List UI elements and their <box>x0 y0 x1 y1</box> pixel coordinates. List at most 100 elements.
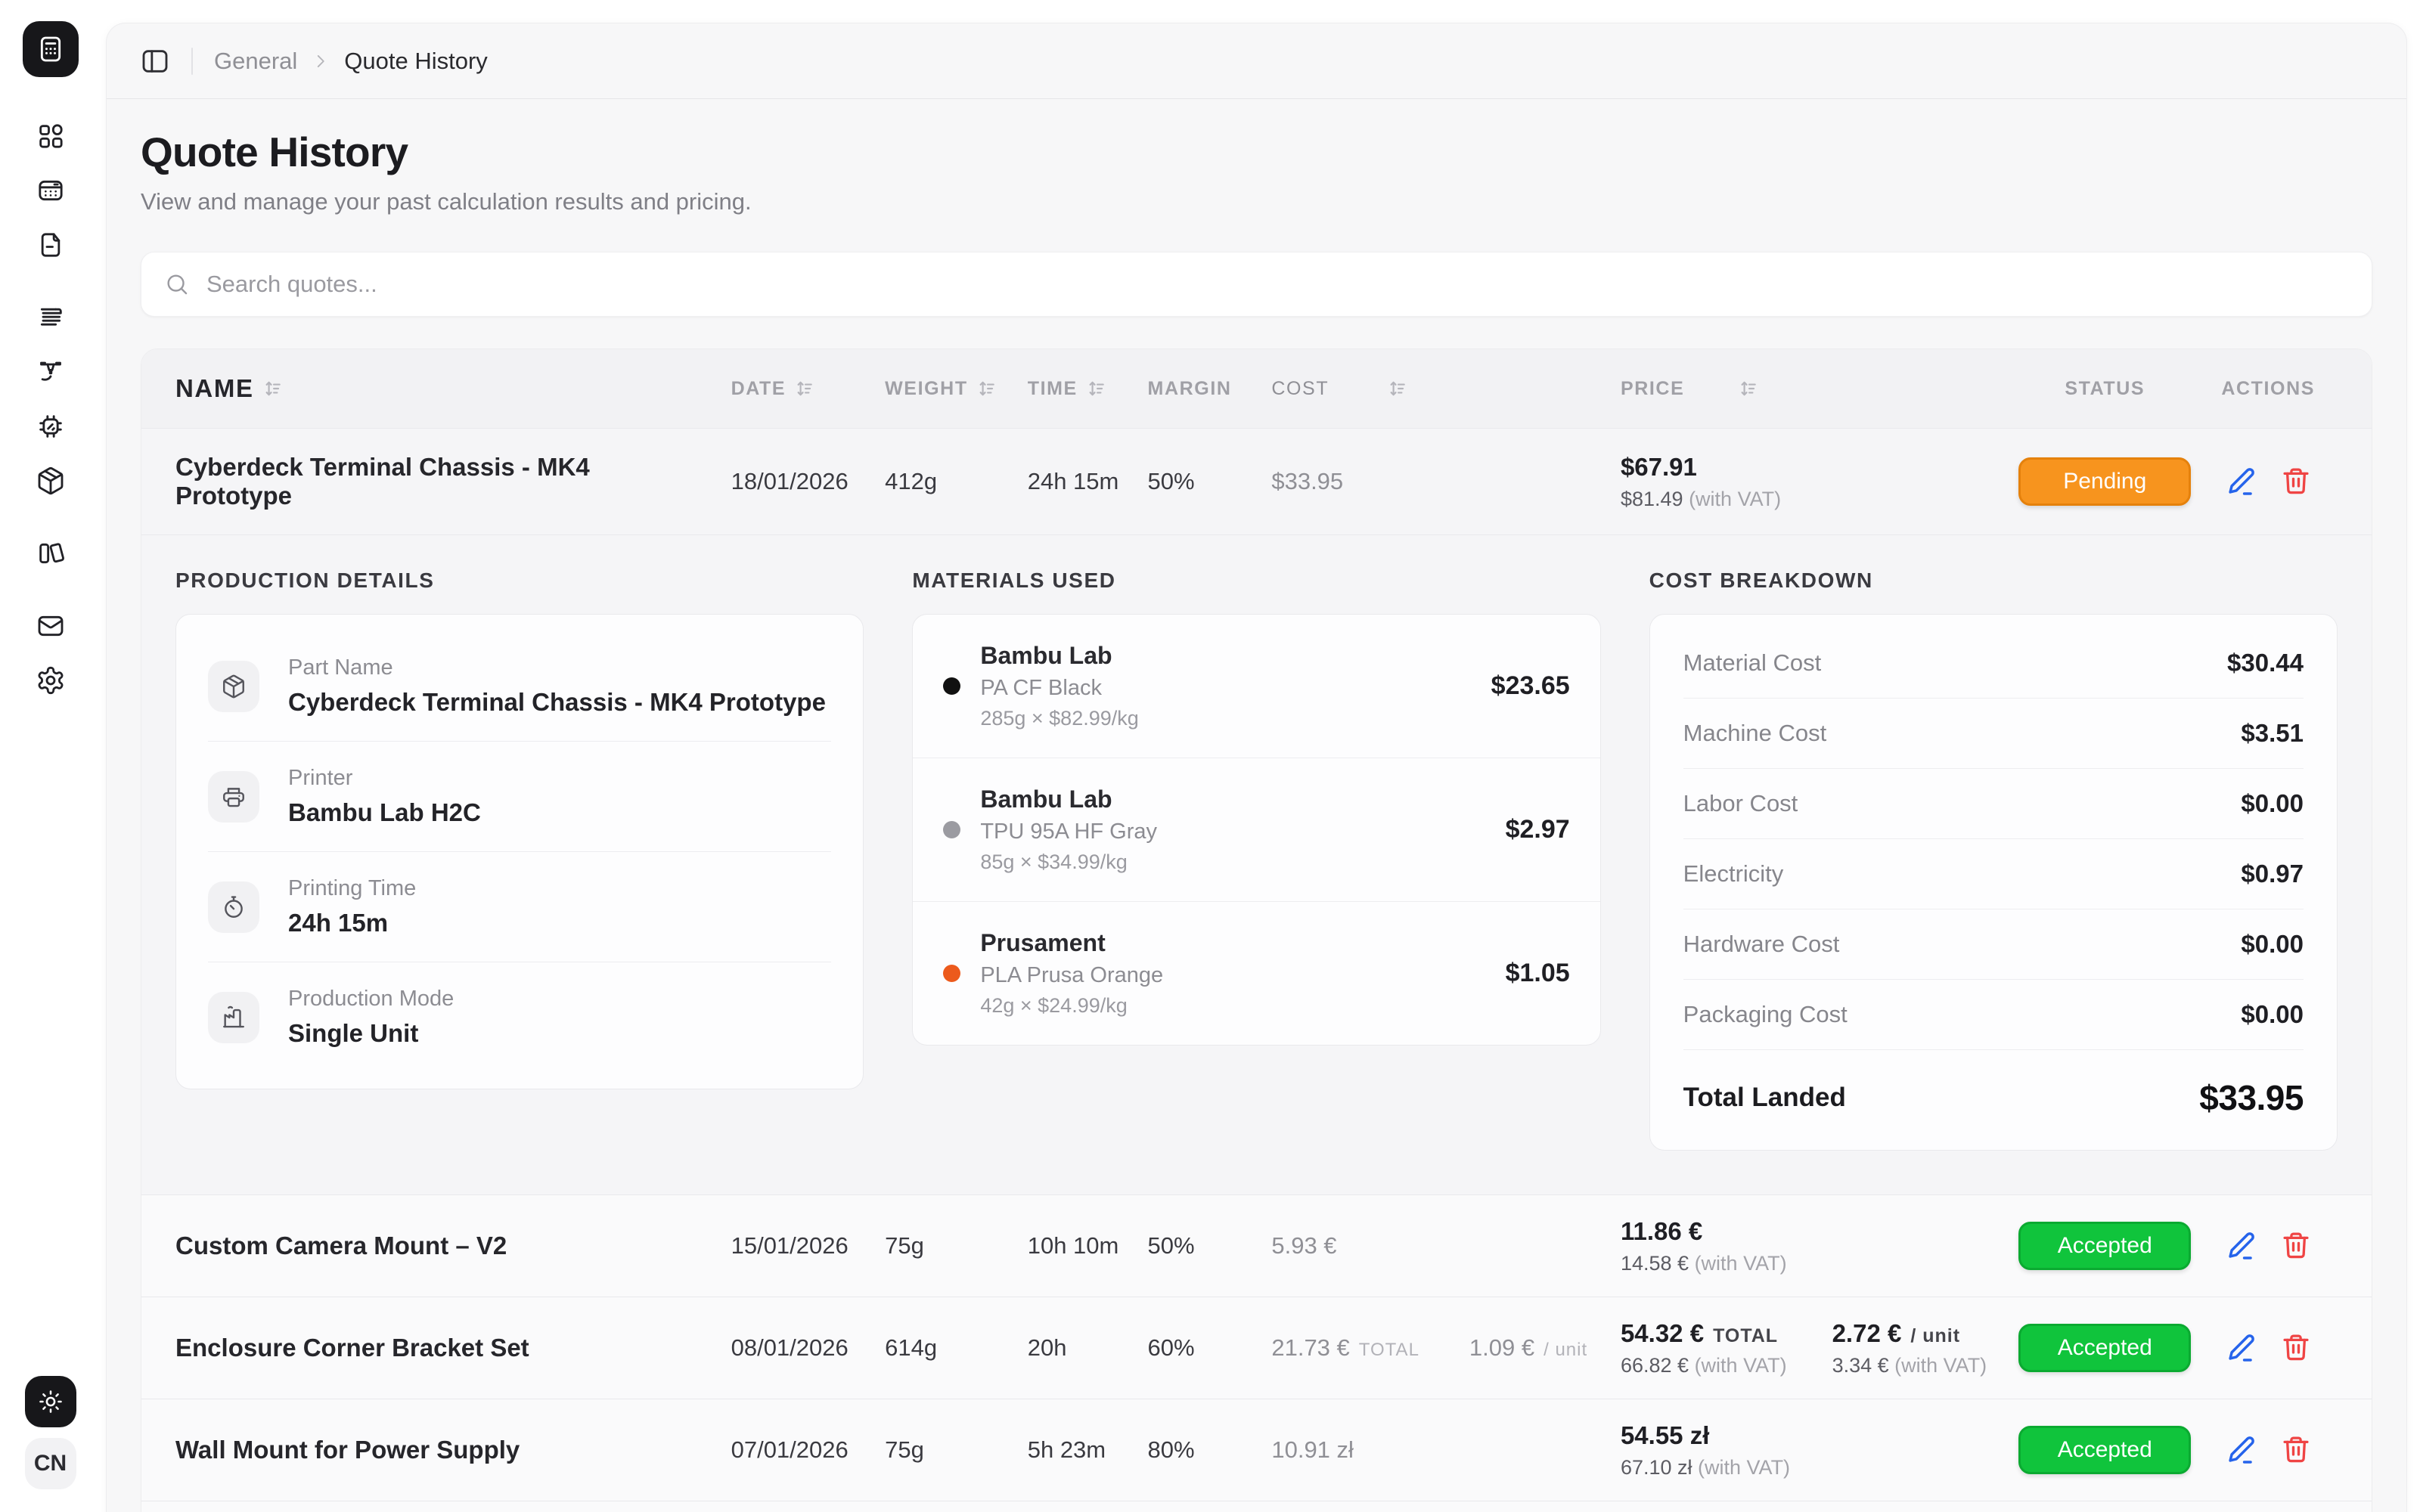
quote-date: 18/01/2026 <box>731 468 886 495</box>
price-group: 11.86 €14.58 € (with VAT) <box>1621 1217 1787 1275</box>
cost-breakdown-row: Material Cost $30.44 <box>1683 628 2304 698</box>
cost-breakdown-row: Machine Cost $3.51 <box>1683 698 2304 768</box>
sort-icon <box>795 379 814 398</box>
sidebar-item-printer[interactable] <box>26 345 76 399</box>
header-divider <box>191 48 193 75</box>
breadcrumb-section[interactable]: General <box>214 48 297 75</box>
quote-weight: 75g <box>885 1436 1028 1464</box>
quote-weight: 75g <box>885 1232 1028 1259</box>
quote-margin: 50% <box>1148 468 1272 495</box>
edit-button[interactable] <box>2224 1229 2257 1263</box>
price-group: 54.55 zł67.10 zł (with VAT) <box>1621 1421 1790 1479</box>
production-detail-item: Printing Time24h 15m <box>208 851 831 962</box>
material-color-dot <box>943 821 960 838</box>
materials-used-card: Bambu LabPA CF Black285g × $82.99/kg $23… <box>912 614 1600 1046</box>
column-header-margin: MARGIN <box>1148 378 1272 400</box>
app-logo[interactable] <box>23 21 79 77</box>
column-header-price[interactable]: PRICE <box>1621 378 2011 400</box>
status-badge[interactable]: Pending <box>2018 457 2191 506</box>
sidebar-item-mail[interactable] <box>26 599 76 653</box>
table-rows-top: Cyberdeck Terminal Chassis - MK4 Prototy… <box>141 428 2372 534</box>
cost-breakdown-row: Electricity $0.97 <box>1683 838 2304 909</box>
production-details-card: Part NameCyberdeck Terminal Chassis - MK… <box>175 614 864 1089</box>
column-header-time[interactable]: TIME <box>1028 378 1148 400</box>
edit-button[interactable] <box>2224 465 2257 498</box>
material-name: PLA Prusa Orange <box>980 963 1163 988</box>
quote-row[interactable]: Wall Mount for Power Supply 07/01/2026 7… <box>141 1399 2372 1501</box>
column-header-weight[interactable]: WEIGHT <box>885 378 1028 400</box>
status-badge[interactable]: Accepted <box>2018 1426 2191 1474</box>
quote-cost: 5.93 € <box>1271 1232 1621 1259</box>
quote-cost: $33.95 <box>1271 468 1621 495</box>
quote-time: 24h 15m <box>1028 468 1148 495</box>
sidebar-item-electronics[interactable] <box>26 399 76 454</box>
production-details-section: PRODUCTION DETAILS Part NameCyberdeck Te… <box>175 569 864 1089</box>
material-brand: Bambu Lab <box>980 642 1138 670</box>
filament-spool-icon <box>36 302 66 333</box>
sidebar-item-settings[interactable] <box>26 653 76 708</box>
sidebar-item-library[interactable] <box>26 526 76 581</box>
search-input[interactable] <box>206 271 2349 298</box>
production-detail-item: Part NameCyberdeck Terminal Chassis - MK… <box>208 631 831 741</box>
quote-price: 54.55 zł67.10 zł (with VAT) <box>1621 1421 2011 1479</box>
price-group: 2.72 €/ unit3.34 € (with VAT) <box>1832 1319 1987 1377</box>
sort-icon <box>263 379 283 398</box>
price-group: $67.91$81.49 (with VAT) <box>1621 453 1781 511</box>
table-rows-bottom: Custom Camera Mount – V2 15/01/2026 75g … <box>141 1194 2372 1512</box>
quote-margin: 50% <box>1148 1232 1272 1259</box>
sidebar: CN <box>0 0 101 1512</box>
quote-date: 07/01/2026 <box>731 1436 886 1464</box>
cost-breakdown-card: Material Cost $30.44 Machine Cost $3.51 … <box>1649 614 2338 1151</box>
cost-value: $0.00 <box>2241 1000 2304 1029</box>
main-panel: General Quote History Quote History View… <box>106 23 2407 1512</box>
total-landed-value: $33.95 <box>2199 1077 2304 1118</box>
gear-icon <box>36 665 66 696</box>
column-header-status: STATUS <box>2011 378 2198 400</box>
status-badge[interactable]: Accepted <box>2018 1222 2191 1270</box>
delete-button[interactable] <box>2280 1229 2312 1261</box>
quote-time: 20h <box>1028 1334 1148 1362</box>
factory-icon <box>208 992 259 1043</box>
quote-date: 08/01/2026 <box>731 1334 886 1362</box>
sidebar-item-documents[interactable] <box>26 218 76 272</box>
printer-icon <box>208 771 259 823</box>
edit-button[interactable] <box>2224 1331 2257 1365</box>
avatar[interactable]: CN <box>25 1438 76 1489</box>
production-details-title: PRODUCTION DETAILS <box>175 569 864 593</box>
quote-margin: 60% <box>1148 1334 1272 1362</box>
sidebar-item-packages[interactable] <box>26 454 76 508</box>
material-price: $2.97 <box>1506 815 1570 844</box>
column-header-cost[interactable]: COST <box>1271 378 1621 400</box>
quote-row[interactable]: Enclosure Corner Bracket Set 08/01/2026 … <box>141 1297 2372 1399</box>
sidebar-item-filament[interactable] <box>26 290 76 345</box>
library-icon <box>36 538 66 569</box>
material-color-dot <box>943 677 960 695</box>
quote-price: $67.91$81.49 (with VAT) <box>1621 453 2011 511</box>
detail-label: Part Name <box>288 655 826 680</box>
delete-button[interactable] <box>2280 1433 2312 1465</box>
quote-price: 54.32 €TOTAL66.82 € (with VAT)2.72 €/ un… <box>1621 1319 2011 1377</box>
delete-button[interactable] <box>2280 465 2312 497</box>
quote-name: Wall Mount for Power Supply <box>175 1436 731 1464</box>
sidebar-item-calculator[interactable] <box>26 163 76 218</box>
sort-icon <box>1739 379 1758 398</box>
printer-nozzle-icon <box>36 357 66 387</box>
quote-row[interactable]: Replacement Knob – CNC Controller 07/01/… <box>141 1501 2372 1512</box>
edit-button[interactable] <box>2224 1433 2257 1467</box>
column-header-name[interactable]: NAME <box>175 374 731 403</box>
sidebar-toggle-button[interactable] <box>140 46 170 76</box>
sidebar-item-dashboard[interactable] <box>26 109 76 163</box>
cost-breakdown-section: COST BREAKDOWN Material Cost $30.44 Mach… <box>1649 569 2338 1151</box>
status-badge[interactable]: Accepted <box>2018 1324 2191 1372</box>
column-header-date[interactable]: DATE <box>731 378 886 400</box>
cost-label: Machine Cost <box>1683 720 1827 747</box>
package-icon <box>208 661 259 712</box>
quote-row[interactable]: Custom Camera Mount – V2 15/01/2026 75g … <box>141 1194 2372 1297</box>
material-item: PrusamentPLA Prusa Orange42g × $24.99/kg… <box>913 901 1599 1045</box>
delete-button[interactable] <box>2280 1331 2312 1363</box>
cost-value: 5.93 € <box>1271 1232 1336 1259</box>
calculator-icon <box>36 34 66 64</box>
quote-row[interactable]: Cyberdeck Terminal Chassis - MK4 Prototy… <box>141 428 2372 534</box>
quote-time: 5h 23m <box>1028 1436 1148 1464</box>
theme-toggle-button[interactable] <box>25 1376 76 1427</box>
